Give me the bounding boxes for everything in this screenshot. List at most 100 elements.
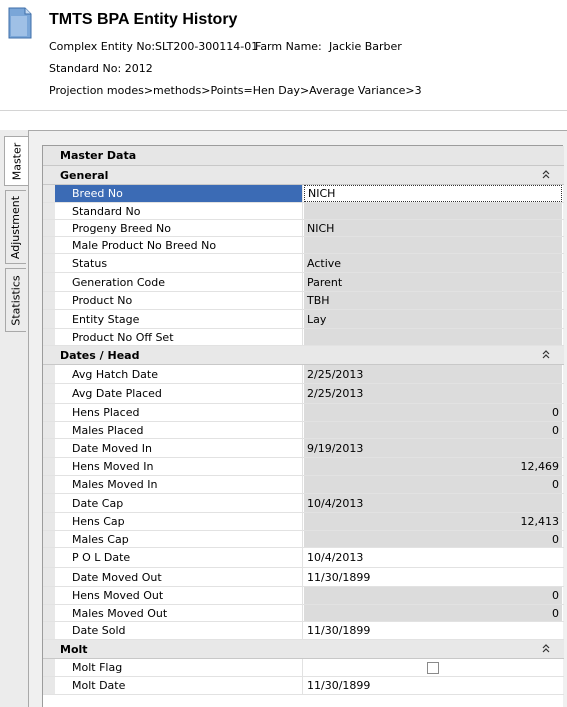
- row-gutter: [43, 220, 55, 236]
- header: TMTS BPA Entity History Complex Entity N…: [0, 0, 567, 111]
- row-gutter: [43, 587, 55, 604]
- property-value-text: 11/30/1899: [307, 570, 371, 584]
- property-row[interactable]: Product No TBH: [43, 292, 564, 310]
- property-value[interactable]: NICH: [304, 185, 562, 202]
- property-grid: Master Data General Breed No NICH Standard …: [42, 145, 564, 707]
- property-row[interactable]: Breed No NICH: [43, 185, 564, 203]
- tab-statistics[interactable]: Statistics: [5, 268, 26, 332]
- property-name: Generation Code: [55, 273, 303, 291]
- property-name: Males Moved Out: [55, 605, 303, 621]
- projection-label: Projection modes>methods>Points=Hen Day>…: [49, 84, 422, 97]
- property-name: Hens Placed: [55, 404, 303, 421]
- double-chevron-up-icon[interactable]: [540, 169, 552, 181]
- property-row[interactable]: Hens Placed 0: [43, 404, 564, 422]
- row-gutter: [43, 531, 55, 547]
- property-name: Hens Moved Out: [55, 587, 303, 604]
- row-gutter: [43, 365, 55, 383]
- row-gutter: [43, 568, 55, 586]
- property-name: Molt Flag: [55, 659, 303, 676]
- property-name: Status: [55, 254, 303, 272]
- row-gutter: [43, 458, 55, 475]
- property-value: 0: [304, 531, 562, 547]
- property-row[interactable]: Hens Moved Out 0: [43, 587, 564, 605]
- property-row[interactable]: Hens Moved In 12,469: [43, 458, 564, 476]
- property-row[interactable]: Date Cap 10/4/2013: [43, 494, 564, 513]
- property-value[interactable]: 11/30/1899: [304, 568, 562, 586]
- property-row[interactable]: Product No Off Set: [43, 329, 564, 346]
- property-value[interactable]: 11/30/1899: [304, 677, 562, 694]
- property-value: NICH: [304, 220, 562, 236]
- row-gutter: [43, 659, 55, 676]
- property-row[interactable]: P O L Date 10/4/2013: [43, 548, 564, 568]
- double-chevron-up-icon[interactable]: [540, 349, 552, 361]
- property-value: [304, 237, 562, 253]
- row-gutter: [43, 548, 55, 567]
- property-row[interactable]: Date Moved In 9/19/2013: [43, 439, 564, 458]
- property-row[interactable]: Status Active: [43, 254, 564, 273]
- property-row[interactable]: Generation Code Parent: [43, 273, 564, 292]
- section-general[interactable]: General: [43, 166, 564, 185]
- property-name: Date Moved Out: [55, 568, 303, 586]
- section-molt[interactable]: Molt: [43, 640, 564, 659]
- row-gutter: [43, 185, 55, 202]
- property-name: Entity Stage: [55, 310, 303, 328]
- property-name: Breed No: [55, 185, 303, 202]
- property-name: Standard No: [55, 203, 303, 219]
- property-value: 9/19/2013: [304, 439, 562, 457]
- property-value: 0: [304, 476, 562, 493]
- property-value[interactable]: [304, 659, 562, 676]
- property-value-text: 11/30/1899: [307, 624, 371, 637]
- property-value-text: 0: [552, 589, 559, 602]
- row-gutter: [43, 422, 55, 438]
- property-value-text: Parent: [307, 275, 343, 289]
- property-value-text: 12,413: [520, 515, 560, 528]
- tab-master[interactable]: Master: [4, 136, 28, 186]
- property-row[interactable]: Entity Stage Lay: [43, 310, 564, 329]
- property-value: 0: [304, 422, 562, 438]
- property-value[interactable]: 10/4/2013: [304, 548, 562, 567]
- property-value-text: 0: [552, 423, 559, 437]
- row-gutter: [43, 476, 55, 493]
- property-name: Progeny Breed No: [55, 220, 303, 236]
- property-value: 12,413: [304, 513, 562, 530]
- property-name: Males Cap: [55, 531, 303, 547]
- property-name: P O L Date: [55, 548, 303, 567]
- property-row[interactable]: Males Placed 0: [43, 422, 564, 439]
- property-row[interactable]: Hens Cap 12,413: [43, 513, 564, 531]
- property-value: TBH: [304, 292, 562, 309]
- row-gutter: [43, 404, 55, 421]
- property-value-text: 0: [552, 478, 559, 491]
- row-gutter: [43, 310, 55, 328]
- row-gutter: [43, 292, 55, 309]
- property-value-text: 0: [552, 606, 559, 620]
- property-row[interactable]: Standard No: [43, 203, 564, 220]
- row-gutter: [43, 513, 55, 530]
- section-dates-head[interactable]: Dates / Head: [43, 346, 564, 365]
- property-row[interactable]: Avg Date Placed 2/25/2013: [43, 384, 564, 404]
- property-value-text: 11/30/1899: [307, 679, 371, 692]
- double-chevron-up-icon[interactable]: [540, 643, 552, 655]
- property-row[interactable]: Male Product No Breed No: [43, 237, 564, 254]
- property-row[interactable]: Molt Flag: [43, 659, 564, 677]
- property-name: Males Placed: [55, 422, 303, 438]
- property-row[interactable]: Avg Hatch Date 2/25/2013: [43, 365, 564, 384]
- property-value: Lay: [304, 310, 562, 328]
- molt-flag-checkbox[interactable]: [427, 662, 439, 674]
- property-row[interactable]: Progeny Breed No NICH: [43, 220, 564, 237]
- property-name: Hens Moved In: [55, 458, 303, 475]
- property-row[interactable]: Date Moved Out 11/30/1899: [43, 568, 564, 587]
- grid-title-bar: Master Data: [43, 146, 564, 166]
- property-row[interactable]: Males Cap 0: [43, 531, 564, 548]
- property-value: 0: [304, 404, 562, 421]
- property-value-text: NICH: [307, 221, 335, 235]
- standard-no-label: Standard No: 2012: [49, 62, 153, 75]
- tab-adjustment[interactable]: Adjustment: [5, 190, 26, 264]
- property-row[interactable]: Date Sold 11/30/1899: [43, 622, 564, 640]
- property-row[interactable]: Males Moved In 0: [43, 476, 564, 494]
- row-gutter: [43, 329, 55, 345]
- property-value[interactable]: 11/30/1899: [304, 622, 562, 639]
- property-name: Product No Off Set: [55, 329, 303, 345]
- property-row[interactable]: Molt Date 11/30/1899: [43, 677, 564, 695]
- property-row[interactable]: Males Moved Out 0: [43, 605, 564, 622]
- grid-title: Master Data: [60, 149, 137, 162]
